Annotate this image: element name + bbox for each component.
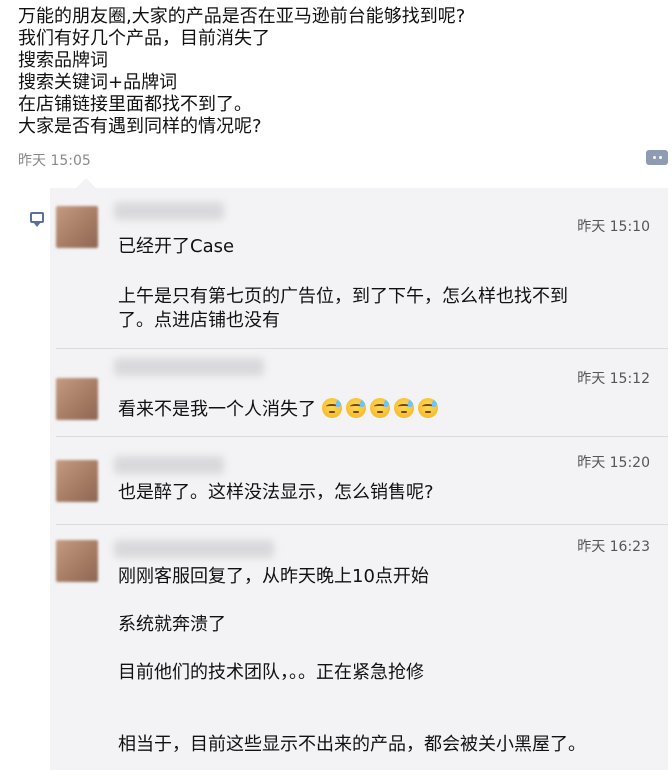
commenter-name[interactable]: [114, 540, 274, 558]
commenter-name[interactable]: [114, 202, 224, 220]
sweat-emoji-icon: [417, 398, 438, 418]
sweat-emoji-icon: [321, 398, 342, 418]
comment-item: 昨天 16:23 刚刚客服回复了，从昨天晚上10点开始 系统就奔溃了 目前他们的…: [56, 530, 668, 770]
post-line: 搜索关键词+品牌词: [18, 72, 178, 93]
comment-text: 也是醉了。这样没法显示，怎么销售呢?: [118, 482, 434, 503]
comment-bubble-icon: [30, 212, 44, 227]
divider: [56, 524, 668, 525]
post-line: 搜索品牌词: [18, 50, 108, 71]
post-line: 在店铺链接里面都找不到了。: [18, 94, 252, 115]
comment-item: 昨天 15:20 也是醉了。这样没法显示，怎么销售呢?: [56, 444, 668, 524]
comment-timestamp: 昨天 15:10: [577, 219, 650, 235]
post-line: 万能的朋友圈,大家的产品是否在亚马逊前台能够找到呢?: [18, 6, 466, 27]
post-text: 万能的朋友圈,大家的产品是否在亚马逊前台能够找到呢? 我们有好几个产品，目前消失…: [18, 6, 658, 138]
sweat-emoji-icon: [393, 398, 414, 418]
comment-text: 系统就奔溃了: [118, 614, 226, 635]
avatar[interactable]: [56, 206, 98, 248]
comment-text: 目前他们的技术团队，。。正在紧急抢修: [118, 662, 424, 683]
commenter-name[interactable]: [114, 358, 264, 376]
comment-text: 相当于，目前这些显示不出来的产品，都会被关小黑屋了。: [118, 734, 586, 755]
divider: [56, 436, 668, 437]
comment-text: 了。点进店铺也没有: [118, 310, 280, 331]
sweat-emoji-icon: [345, 398, 366, 418]
avatar[interactable]: [56, 378, 98, 420]
comment-item: 昨天 15:10 已经开了Case 上午是只有第七页的广告位，到了下午，怎么样也…: [56, 198, 668, 348]
more-options-icon[interactable]: [646, 150, 668, 165]
comment-text: 已经开了Case: [118, 236, 235, 257]
post-line: 我们有好几个产品，目前消失了: [18, 28, 270, 49]
sweat-emoji-icon: [369, 398, 390, 418]
avatar[interactable]: [56, 460, 98, 502]
comment-timestamp: 昨天 16:23: [577, 539, 650, 555]
commenter-name[interactable]: [114, 456, 224, 474]
divider: [56, 348, 668, 349]
comment-timestamp: 昨天 15:20: [577, 455, 650, 471]
post-line: 大家是否有遇到同样的情况呢?: [18, 116, 262, 137]
comment-timestamp: 昨天 15:12: [577, 371, 650, 387]
comment-text: 刚刚客服回复了，从昨天晚上10点开始: [118, 566, 429, 587]
comment-text: 看来不是我一个人消失了: [118, 398, 442, 421]
comment-text-content: 看来不是我一个人消失了: [118, 399, 316, 420]
post-timestamp: 昨天 15:05: [18, 153, 91, 169]
comment-text: 上午是只有第七页的广告位，到了下午，怎么样也找不到: [118, 286, 568, 307]
comment-item: 昨天 15:12 看来不是我一个人消失了: [56, 354, 668, 434]
avatar[interactable]: [56, 540, 98, 582]
